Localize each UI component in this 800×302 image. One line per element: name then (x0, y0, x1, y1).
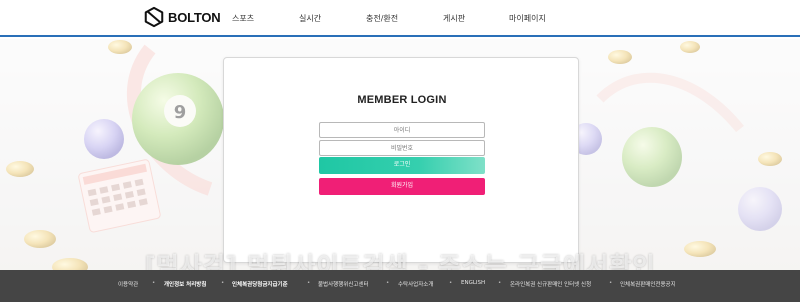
footer-separator: • (609, 280, 613, 286)
nav-item-sports[interactable]: 스포츠 (232, 13, 254, 24)
site-footer: 이용약관 • 개인정보 처리방침 • 인체복권당첨금지급기준 • 불법사행행위신… (0, 270, 800, 302)
login-button[interactable]: 로그인 (319, 157, 485, 174)
nav-item-live[interactable]: 실시간 (299, 13, 321, 24)
footer-separator: • (386, 280, 390, 286)
footer-link-illegal-report[interactable]: 불법사행행위신고센터 (318, 280, 369, 288)
nav-item-deposit-withdraw[interactable]: 충전/환전 (366, 13, 398, 24)
footer-link-new-seller[interactable]: 온라인복권 신규판매인 인터넷 신청 (510, 280, 591, 288)
footer-separator: • (152, 280, 156, 286)
footer-link-operator-intro[interactable]: 수탁사업자소개 (398, 280, 433, 288)
footer-separator: • (449, 280, 453, 286)
nav-item-mypage[interactable]: 마이페이지 (509, 13, 546, 24)
footer-separator: • (307, 280, 311, 286)
user-id-input[interactable] (319, 122, 485, 138)
join-button[interactable]: 회원가입 (319, 178, 485, 195)
footer-link-privacy[interactable]: 개인정보 처리방침 (164, 280, 206, 288)
nav-item-board[interactable]: 게시판 (443, 13, 465, 24)
member-login-panel: MEMBER LOGIN 로그인 회원가입 (223, 57, 579, 263)
login-title: MEMBER LOGIN (357, 94, 447, 106)
footer-link-seller-notice[interactable]: 인체복권판매인전용공지 (620, 280, 676, 288)
footer-link-prize-criteria[interactable]: 인체복권당첨금지급기준 (232, 280, 288, 288)
site-header: BOLTON 스포츠 실시간 충전/환전 게시판 마이페이지 (0, 0, 800, 37)
footer-separator: • (221, 280, 225, 286)
footer-link-english[interactable]: ENGLISH (461, 280, 485, 286)
footer-separator: • (498, 280, 502, 286)
footer-link-terms[interactable]: 이용약관 (118, 280, 138, 288)
password-input[interactable] (319, 140, 485, 156)
main-nav: 스포츠 실시간 충전/환전 게시판 마이페이지 (0, 13, 800, 27)
